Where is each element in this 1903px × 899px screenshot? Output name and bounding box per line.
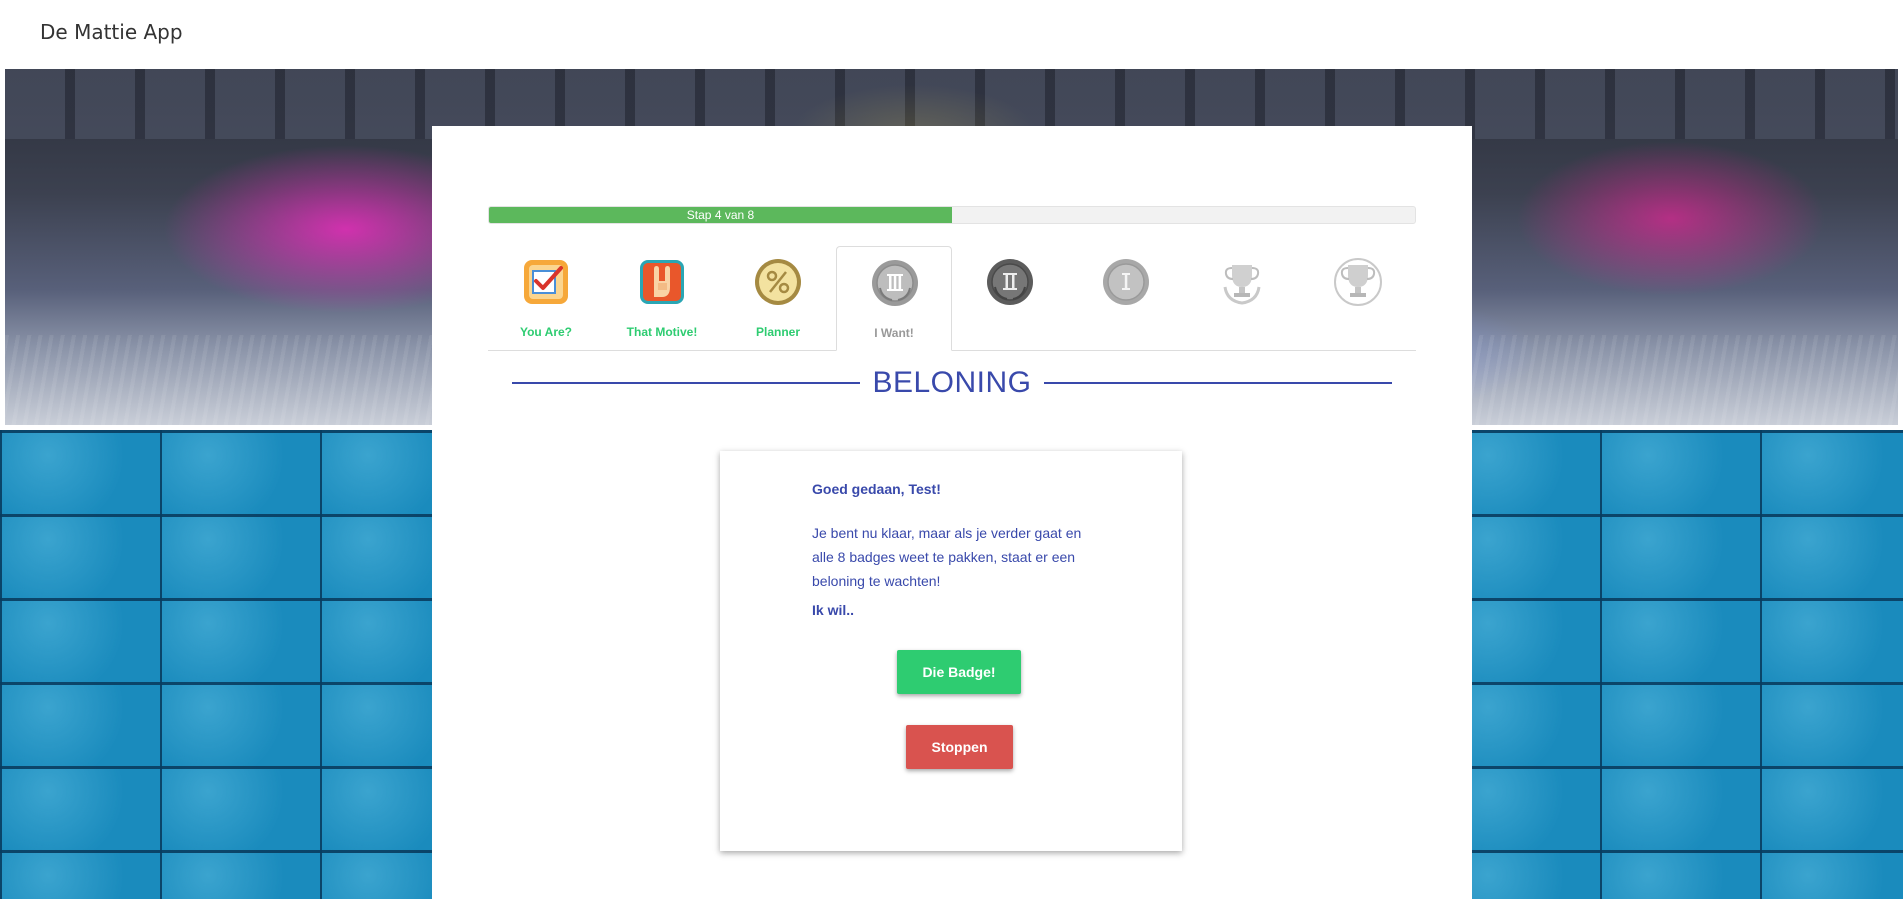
trophy-badge-icon (1334, 258, 1382, 306)
step-tabs: You Are? That Motive! Planner I Want! (488, 246, 1416, 351)
stop-button[interactable]: Stoppen (906, 725, 1013, 769)
progress-bar-fill: Stap 4 van 8 (489, 207, 952, 223)
rock-hand-icon (640, 260, 684, 304)
tab-locked-8[interactable] (1300, 246, 1416, 350)
choice-prompt: Ik wil.. (812, 602, 855, 618)
heading-divider-right (1044, 382, 1392, 384)
tab-you-are[interactable]: You Are? (488, 246, 604, 350)
trophy-badge-icon (1223, 265, 1261, 305)
tab-label: You Are? (519, 325, 572, 339)
reward-message: Je bent nu klaar, maar als je verder gaa… (812, 525, 1082, 589)
section-heading: BELONING (512, 362, 1392, 402)
percent-badge-icon (755, 259, 801, 305)
tab-label: That Motive! (626, 325, 698, 339)
tab-locked-5[interactable] (952, 246, 1068, 350)
reward-card: Goed gedaan, Test! Je bent nu klaar, maa… (720, 451, 1182, 851)
tab-locked-7[interactable] (1184, 246, 1300, 350)
main-panel: Stap 4 van 8 You Are? That Motive! Plann… (432, 126, 1472, 899)
app-title[interactable]: De Mattie App (40, 20, 183, 44)
tab-label: I Want! (874, 326, 914, 340)
progress-bar: Stap 4 van 8 (488, 206, 1416, 224)
badge-button[interactable]: Die Badge! (897, 650, 1021, 694)
roman-three-medal-icon (872, 260, 918, 306)
tab-that-motive[interactable]: That Motive! (604, 246, 720, 350)
tab-locked-6[interactable] (1068, 246, 1184, 350)
tab-planner[interactable]: Planner (720, 246, 836, 350)
roman-two-medal-icon (987, 259, 1033, 305)
tab-i-want[interactable]: I Want! (836, 246, 952, 351)
checklist-icon (524, 260, 568, 304)
greeting-text: Goed gedaan, Test! (812, 481, 941, 497)
app-header: De Mattie App (0, 0, 1903, 69)
roman-one-medal-icon (1103, 259, 1149, 305)
tab-label: Planner (755, 325, 800, 339)
